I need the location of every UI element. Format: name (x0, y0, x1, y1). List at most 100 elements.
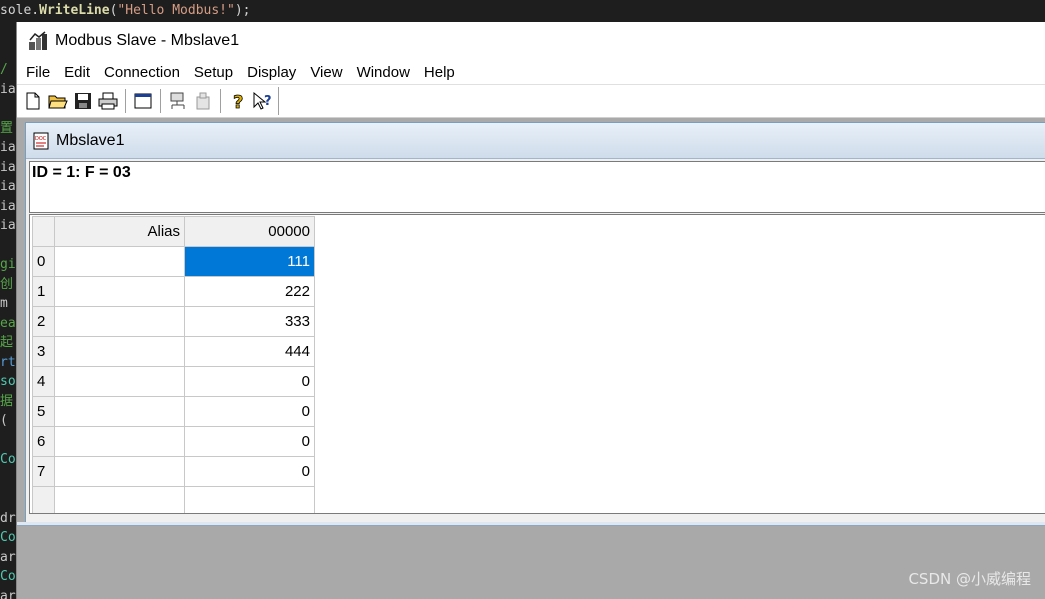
mdi-divider (17, 522, 1045, 526)
toolbar-separator (125, 89, 127, 113)
gutter-line: Co (0, 569, 16, 584)
table-row: 3 444 (32, 336, 315, 367)
window-title: Modbus Slave - Mbslave1 (55, 32, 240, 49)
row-index-header[interactable]: 0 (32, 246, 55, 277)
table-row (32, 486, 315, 513)
connect-button[interactable] (166, 90, 189, 113)
register-value-cell[interactable]: 111 (184, 246, 315, 277)
menu-connection[interactable]: Connection (97, 64, 187, 81)
save-disk-icon (74, 93, 91, 109)
row-index-header[interactable]: 4 (32, 366, 55, 397)
table-row: 60 (32, 426, 315, 457)
table-row: 40 (32, 366, 315, 397)
mdi-client-area: DOC Mbslave1 ID = 1: F = 03 Alias 00000 … (17, 118, 1045, 599)
watermark-text: CSDN @小威编程 (908, 570, 1031, 588)
slave-id-header: ID = 1: F = 03 (29, 161, 1045, 213)
menu-file[interactable]: File (19, 64, 57, 81)
help-question-icon: ? (232, 92, 243, 111)
context-help-icon: ? (253, 91, 272, 110)
register-value-cell[interactable]: 444 (184, 336, 315, 367)
code-text: ); (234, 3, 251, 18)
mbslave1-child-window: DOC Mbslave1 ID = 1: F = 03 Alias 00000 … (25, 122, 1045, 524)
child-titlebar[interactable]: DOC Mbslave1 (26, 123, 1045, 159)
code-method: WriteLine (39, 3, 110, 18)
alias-cell[interactable] (54, 396, 185, 427)
save-button[interactable] (71, 90, 94, 113)
gutter-line: Co (0, 530, 16, 545)
gutter-line: 据 (0, 393, 14, 409)
connect-icon (170, 92, 184, 109)
context-help-button[interactable]: ? (251, 90, 274, 113)
gutter-line: ia (0, 218, 16, 233)
menu-help[interactable]: Help (417, 64, 462, 81)
row-index-header[interactable]: 5 (32, 396, 55, 427)
gutter-line (0, 236, 16, 256)
gutter-line: gi (0, 257, 16, 272)
document-icon: DOC (33, 132, 49, 149)
address-column-header[interactable]: 00000 (184, 216, 315, 247)
menu-view[interactable]: View (303, 64, 349, 81)
open-folder-icon (47, 95, 68, 109)
row-index-header[interactable]: 2 (32, 306, 55, 337)
row-index-header[interactable] (32, 486, 55, 513)
window-titlebar[interactable]: Modbus Slave - Mbslave1 (17, 22, 1045, 60)
table-row: 70 (32, 456, 315, 487)
gutter-line: so (0, 374, 16, 389)
table-row: 50 (32, 396, 315, 427)
alias-cell[interactable] (54, 486, 185, 513)
new-file-icon (26, 92, 39, 110)
toolbar-end-separator (278, 87, 279, 115)
gutter-line (0, 431, 16, 451)
svg-text:?: ? (264, 94, 272, 109)
open-file-button[interactable] (46, 90, 69, 113)
register-value-cell[interactable]: 0 (184, 366, 315, 397)
slave-id-function-text: ID = 1: F = 03 (32, 164, 131, 181)
alias-column-header[interactable]: Alias (54, 216, 185, 247)
gutter-line (0, 489, 16, 509)
alias-cell[interactable] (54, 456, 185, 487)
editor-code-line: sole.WriteLine("Hello Modbus!"); (0, 0, 1045, 22)
alias-cell[interactable] (54, 366, 185, 397)
editor-gutter: / ia 置 ia ia ia ia ia gi 创 m ea 起 rt so 据 ( Co dr Co ar C… (0, 60, 16, 599)
row-index-header[interactable]: 6 (32, 426, 55, 457)
register-value-cell[interactable]: 0 (184, 396, 315, 427)
gutter-line: 起 (0, 335, 14, 350)
alias-cell[interactable] (54, 336, 185, 367)
child-window-title: Mbslave1 (56, 131, 125, 149)
table-row: 2 333 (32, 306, 315, 337)
row-index-header[interactable]: 1 (32, 276, 55, 307)
register-value-cell[interactable]: 333 (184, 306, 315, 337)
register-value-cell[interactable]: 0 (184, 426, 315, 457)
register-value-cell[interactable]: 0 (184, 456, 315, 487)
gutter-line: / (0, 62, 8, 77)
table-header-row: Alias 00000 (32, 216, 315, 247)
gutter-line: 创 (0, 276, 14, 292)
register-table: Alias 00000 0 111 1 222 2 333 3 444 4 0 5 0 6 0 7 0 (32, 216, 315, 513)
alias-cell[interactable] (54, 426, 185, 457)
gutter-line: ia (0, 140, 16, 155)
print-button[interactable] (96, 90, 119, 113)
menu-display[interactable]: Display (240, 64, 303, 81)
menu-edit[interactable]: Edit (57, 64, 97, 81)
alias-cell[interactable] (54, 306, 185, 337)
register-value-cell[interactable]: 222 (184, 276, 315, 307)
menu-bar: File Edit Connection Setup Display View … (17, 60, 1045, 84)
grid-corner-cell[interactable] (32, 216, 55, 247)
register-value-cell[interactable] (184, 486, 315, 513)
gutter-line (0, 470, 16, 490)
row-index-header[interactable]: 3 (32, 336, 55, 367)
alias-cell[interactable] (54, 246, 185, 277)
menu-window[interactable]: Window (350, 64, 417, 81)
gutter-line: dr (0, 510, 16, 526)
window-button[interactable] (131, 90, 154, 113)
help-button[interactable]: ? (226, 90, 249, 113)
menu-setup[interactable]: Setup (187, 64, 240, 81)
gutter-line: ia (0, 198, 16, 214)
gutter-line: m (0, 296, 8, 311)
printer-icon (98, 92, 117, 110)
new-file-button[interactable] (21, 90, 44, 113)
row-index-header[interactable]: 7 (32, 456, 55, 487)
alias-cell[interactable] (54, 276, 185, 307)
disconnect-button[interactable] (191, 90, 214, 113)
register-grid-area: Alias 00000 0 111 1 222 2 333 3 444 4 0 5 0 6 0 7 0 (29, 214, 1045, 514)
